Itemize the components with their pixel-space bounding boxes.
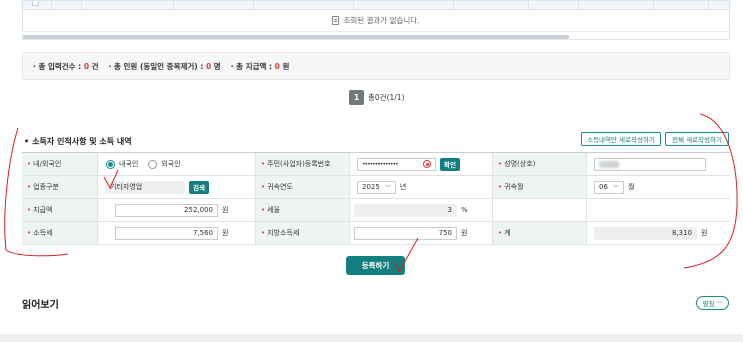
- summary-input-count: · 총 입력건수 : 0 건: [33, 61, 99, 71]
- month-label: • 귀속월: [493, 176, 587, 198]
- local-tax-unit: 원: [461, 229, 468, 237]
- error-icon: [423, 160, 431, 168]
- empty-result-message: 조회된 결과가 없습니다.: [343, 16, 420, 25]
- payment-unit: 원: [222, 206, 229, 214]
- year-label: • 귀속연도: [256, 176, 350, 198]
- payment-input[interactable]: 252,000: [115, 203, 218, 217]
- preview-content-area: [0, 334, 743, 342]
- chevron-down-icon: ﹀: [716, 300, 723, 308]
- resident-no-field: •••••••••••••• 확인: [350, 153, 493, 175]
- resident-no-label: • 주민(사업자)등록번호: [256, 153, 350, 175]
- tax-rate-label: • 세율: [256, 199, 350, 221]
- chevron-down-icon: ﹀: [612, 184, 619, 192]
- summary-people-count: · 총 인원 (동일인 중복제거) : 0 명: [108, 61, 221, 71]
- horizontal-scrollbar[interactable]: [23, 35, 569, 39]
- income-tax-field: 7,560 원: [98, 222, 256, 244]
- local-tax-input[interactable]: 750: [354, 226, 457, 240]
- month-field: 06 ﹀ 월: [587, 176, 730, 198]
- business-type-field: 기타자영업 검색: [98, 176, 256, 198]
- search-button[interactable]: 검색: [189, 180, 209, 194]
- page-total-text: 총0건(1/1): [368, 93, 405, 102]
- income-only-new-button[interactable]: 소득내역만 새로작성하기: [581, 132, 661, 146]
- month-select[interactable]: 06 ﹀: [594, 180, 624, 194]
- income-tax-input[interactable]: 7,560: [115, 226, 218, 240]
- document-icon: [332, 16, 340, 25]
- local-tax-field: 750 원: [350, 222, 493, 244]
- tax-rate-field: 3 %: [350, 199, 493, 221]
- nationality-label: • 내/외국인: [22, 153, 98, 175]
- redacted-name: [599, 160, 619, 168]
- summary-total-payment: · 총 지급액 : 0 원: [230, 61, 290, 71]
- select-all-checkbox[interactable]: [32, 1, 39, 6]
- month-unit: 월: [627, 183, 635, 191]
- local-tax-label: • 지방소득세: [256, 222, 350, 244]
- form-row-3: • 지급액 252,000 원 • 세율 3 %: [22, 199, 730, 222]
- empty-cell: [587, 199, 730, 221]
- total-label: • 계: [493, 222, 587, 244]
- form-row-4: • 소득세 7,560 원 • 지방소득세 750 원 • 계 8,310 원: [22, 222, 730, 245]
- form-row-1: • 내/외국인 내국인 외국인 • 주민(사업자)등록번호 ••••••••••••…: [22, 153, 730, 176]
- expand-button-label: 펼침: [702, 300, 715, 308]
- result-table: 조회된 결과가 없습니다.: [22, 0, 730, 40]
- business-type-input: 기타자영업: [105, 180, 185, 194]
- chevron-down-icon: ﹀: [384, 184, 391, 192]
- income-form: • 내/외국인 내국인 외국인 • 주민(사업자)등록번호 ••••••••••••…: [22, 152, 730, 245]
- nationality-field: 내국인 외국인: [98, 153, 256, 175]
- page-number-button[interactable]: 1: [349, 90, 364, 105]
- income-tax-unit: 원: [222, 229, 229, 237]
- all-new-button[interactable]: 전체 새로작성하기: [665, 132, 729, 146]
- income-tax-label: • 소득세: [22, 222, 98, 244]
- year-field: 2025 ﹀ 년: [350, 176, 493, 198]
- form-row-2: • 업종구분 기타자영업 검색 • 귀속연도 2025 ﹀ 년 • 귀속월 06 ﹀ 월: [22, 176, 730, 199]
- tax-rate-input: 3: [354, 203, 457, 217]
- preview-title: 읽어보기: [22, 300, 59, 311]
- expand-button[interactable]: 펼침 ﹀: [696, 296, 729, 310]
- resident-no-input[interactable]: ••••••••••••••: [357, 157, 436, 171]
- confirm-button[interactable]: 확인: [440, 157, 460, 171]
- domestic-radio-label[interactable]: 내국인: [119, 159, 138, 169]
- year-unit: 년: [399, 183, 407, 191]
- foreign-radio-label[interactable]: 외국인: [161, 159, 180, 169]
- business-type-label: • 업종구분: [22, 176, 98, 198]
- year-select[interactable]: 2025 ﹀: [357, 180, 396, 194]
- summary-box: · 총 입력건수 : 0 건 · 총 인원 (동일인 중복제거) : 0 명 ·…: [22, 52, 730, 80]
- domestic-radio[interactable]: [106, 159, 115, 169]
- section-title: 소득자 인적사항 및 소득 내역: [24, 136, 131, 147]
- name-input[interactable]: [594, 157, 706, 171]
- empty-label: [493, 199, 587, 221]
- pagination: 1 총0건(1/1): [349, 90, 405, 105]
- name-label: • 성명(상호): [493, 153, 587, 175]
- result-table-header: [23, 1, 729, 10]
- total-unit: 원: [701, 229, 708, 237]
- payment-field: 252,000 원: [98, 199, 256, 221]
- name-field: [587, 153, 730, 175]
- tax-rate-unit: %: [461, 206, 468, 214]
- total-input: 8,310: [594, 226, 697, 240]
- register-button[interactable]: 등록하기: [346, 256, 405, 275]
- payment-label: • 지급액: [22, 199, 98, 221]
- foreign-radio[interactable]: [148, 159, 158, 169]
- total-field: 8,310 원: [587, 222, 730, 244]
- empty-result-row: 조회된 결과가 없습니다.: [23, 10, 729, 32]
